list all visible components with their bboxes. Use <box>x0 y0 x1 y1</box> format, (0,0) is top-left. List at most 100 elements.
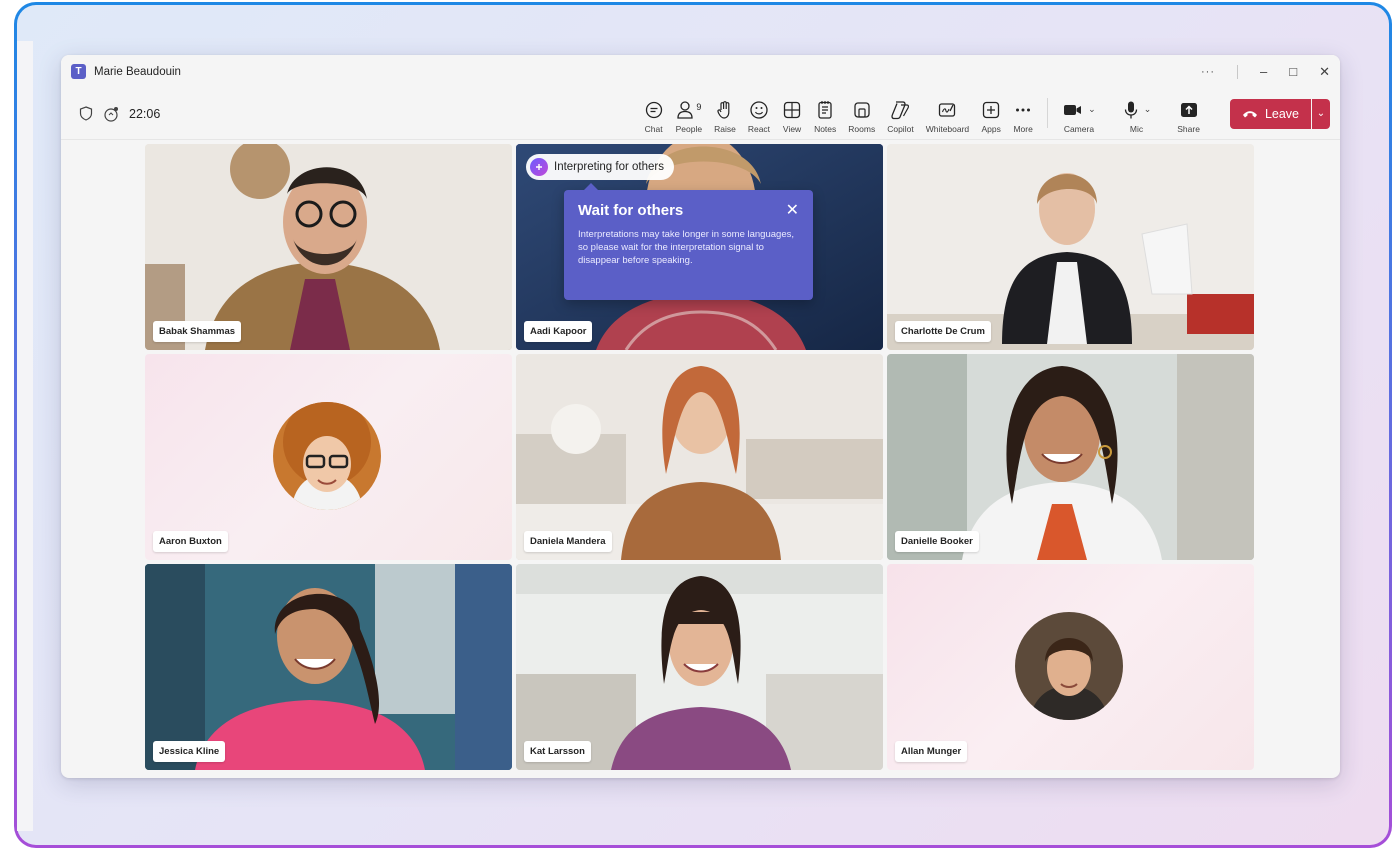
video-grid: Babak Shammas Interpreting for others Wa… <box>145 144 1254 770</box>
hand-icon <box>717 100 730 119</box>
camera-icon <box>1064 104 1082 115</box>
chat-label: Chat <box>644 123 663 134</box>
camera-label: Camera <box>1063 123 1095 134</box>
raise-label: Raise <box>714 123 736 134</box>
toolbar-actions: Chat 9 People Raise React View Notes Roo… <box>638 94 1330 134</box>
interpretation-teaching-callout: Wait for others ✕ Interpretations may ta… <box>564 183 813 300</box>
meeting-elapsed-time: 22:06 <box>129 106 161 121</box>
apps-label: Apps <box>981 123 1001 134</box>
participant-video <box>145 144 512 350</box>
view-button[interactable]: View <box>776 94 808 134</box>
more-label: More <box>1013 123 1033 134</box>
minimize-button[interactable]: – <box>1260 64 1267 79</box>
participant-tile[interactable]: Jessica Kline <box>145 564 512 770</box>
apps-button[interactable]: Apps <box>975 94 1007 134</box>
share-label: Share <box>1177 123 1200 134</box>
chat-icon <box>645 101 662 118</box>
copilot-icon <box>891 100 910 119</box>
window-controls: ··· – □ ✕ <box>1201 64 1330 80</box>
phone-hangup-icon <box>1242 110 1257 117</box>
whiteboard-button[interactable]: Whiteboard <box>920 94 975 134</box>
avatar <box>1015 612 1123 720</box>
react-label: React <box>747 123 771 134</box>
whiteboard-label: Whiteboard <box>925 123 970 134</box>
participant-video <box>887 354 1254 560</box>
apps-icon <box>983 101 1000 118</box>
mic-button[interactable]: ⌄ Mic <box>1116 94 1158 134</box>
view-label: View <box>782 123 802 134</box>
rooms-label: Rooms <box>848 123 876 134</box>
people-label: People <box>675 123 703 134</box>
leave-options-chevron-icon[interactable]: ⌄ <box>1312 98 1330 129</box>
grid-view-icon <box>783 101 801 118</box>
people-button[interactable]: 9 People <box>670 94 708 134</box>
rooms-button[interactable]: Rooms <box>842 94 881 134</box>
microphone-icon <box>1124 101 1137 118</box>
controls-divider <box>1237 64 1238 79</box>
callout-body: Interpretations may take longer in some … <box>578 229 794 266</box>
close-icon[interactable]: ✕ <box>786 200 799 220</box>
participant-tile[interactable]: Allan Munger <box>887 564 1254 770</box>
participant-video <box>516 564 883 770</box>
leave-button[interactable]: Leave <box>1229 98 1311 129</box>
copilot-label: Copilot <box>887 123 914 134</box>
recording-timer-icon <box>103 106 119 122</box>
participant-name: Aadi Kapoor <box>524 321 593 342</box>
camera-button[interactable]: ⌄ Camera <box>1056 94 1102 134</box>
participant-name: Jessica Kline <box>153 741 226 762</box>
participant-video <box>887 144 1254 350</box>
avatar <box>273 402 381 510</box>
participant-name: Daniela Mandera <box>524 531 612 552</box>
more-button[interactable]: More <box>1007 94 1039 134</box>
share-screen-icon <box>1180 102 1197 117</box>
meeting-info: 22:06 <box>79 106 160 122</box>
meeting-toolbar: 22:06 Chat 9 People Raise React View Not… <box>61 88 1340 140</box>
interpretation-pill-label: Interpreting for others <box>554 161 664 173</box>
copilot-button[interactable]: Copilot <box>881 94 919 134</box>
maximize-button[interactable]: □ <box>1289 64 1297 79</box>
participant-name: Babak Shammas <box>153 321 242 342</box>
teams-logo-icon: T <box>71 64 86 79</box>
more-icon <box>1016 108 1031 111</box>
leave-control: Leave ⌄ <box>1229 98 1330 129</box>
notes-icon <box>818 100 832 119</box>
window-more-button[interactable]: ··· <box>1201 66 1215 78</box>
whiteboard-icon <box>939 102 956 117</box>
teams-meeting-window: T Marie Beaudouin ··· – □ ✕ 22:06 Chat 9… <box>61 55 1340 778</box>
participant-tile[interactable]: Daniela Mandera <box>516 354 883 560</box>
participant-tile[interactable]: Charlotte De Crum <box>887 144 1254 350</box>
people-icon <box>677 100 694 119</box>
mic-label: Mic <box>1129 123 1144 134</box>
participant-tile[interactable]: Babak Shammas <box>145 144 512 350</box>
participant-name: Aaron Buxton <box>153 531 228 552</box>
people-count: 9 <box>696 101 702 112</box>
interpretation-status-pill[interactable]: Interpreting for others <box>526 154 674 180</box>
participant-video <box>145 564 512 770</box>
shield-icon[interactable] <box>79 106 93 121</box>
interpretation-icon <box>530 158 548 176</box>
participant-tile[interactable]: Aaron Buxton <box>145 354 512 560</box>
participant-tile[interactable]: Kat Larsson <box>516 564 883 770</box>
close-window-button[interactable]: ✕ <box>1319 64 1330 80</box>
share-button[interactable]: Share <box>1171 94 1206 134</box>
emoji-icon <box>750 100 768 119</box>
notes-button[interactable]: Notes <box>808 94 842 134</box>
toolbar-divider <box>1047 97 1049 128</box>
participant-video <box>516 354 883 560</box>
callout-title: Wait for others <box>578 202 684 219</box>
chevron-down-icon[interactable]: ⌄ <box>1088 104 1096 115</box>
chat-button[interactable]: Chat <box>638 94 670 134</box>
participant-name: Charlotte De Crum <box>895 321 991 342</box>
participant-tile-active-speaker[interactable]: Interpreting for others Wait for others … <box>516 144 883 350</box>
rooms-icon <box>854 101 870 118</box>
participant-name: Kat Larsson <box>524 741 591 762</box>
participant-tile[interactable]: Danielle Booker <box>887 354 1254 560</box>
chevron-down-icon[interactable]: ⌄ <box>1144 104 1152 115</box>
left-strip <box>17 41 33 831</box>
participant-name: Allan Munger <box>895 741 968 762</box>
leave-label: Leave <box>1264 106 1299 121</box>
raise-hand-button[interactable]: Raise <box>708 94 742 134</box>
title-bar: T Marie Beaudouin ··· – □ ✕ <box>61 55 1340 88</box>
participant-name: Danielle Booker <box>895 531 979 552</box>
react-button[interactable]: React <box>742 94 776 134</box>
